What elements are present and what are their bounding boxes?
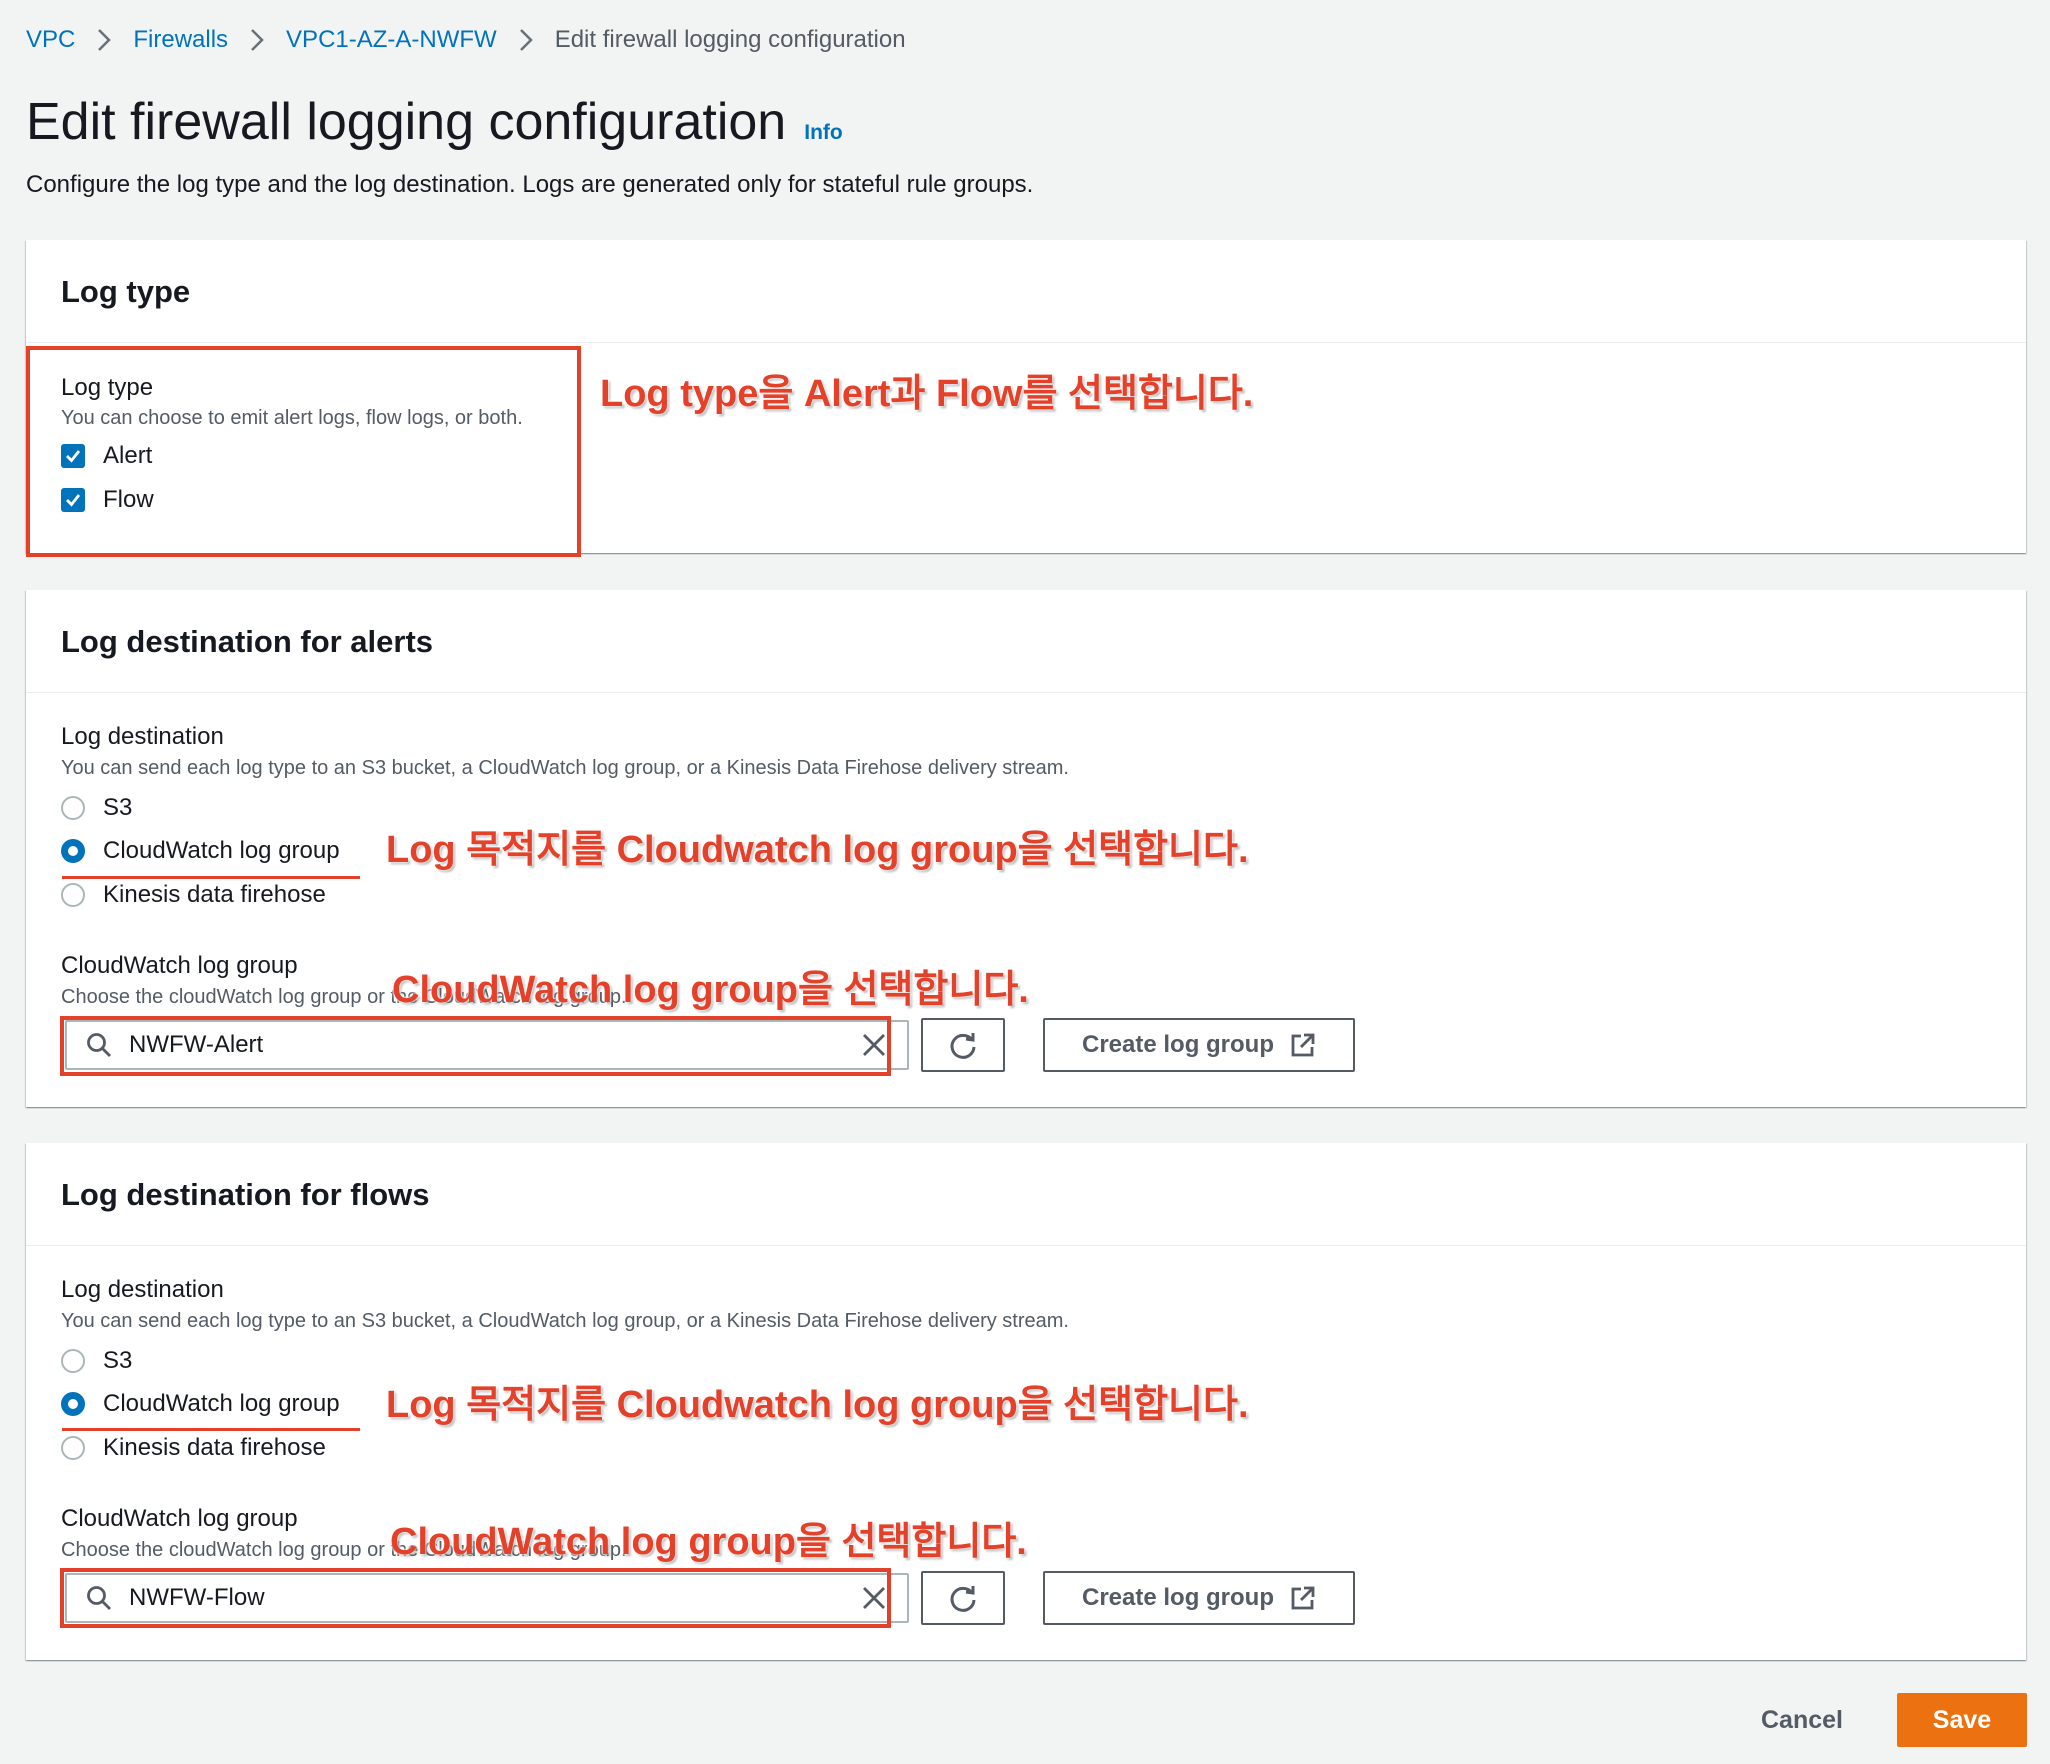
alerts-cloudwatch-label: CloudWatch log group: [103, 837, 340, 864]
flows-kinesis-radio[interactable]: [61, 1436, 85, 1460]
log-type-annotation: Log type을 Alert과 Flow를 선택합니다.: [600, 373, 1254, 415]
flows-create-log-group-button[interactable]: Create log group: [1043, 1571, 1355, 1625]
refresh-icon: [950, 1033, 976, 1059]
alerts-create-log-group-label: Create log group: [1081, 1031, 1274, 1058]
breadcrumb-current: Edit firewall logging configuration: [554, 26, 906, 53]
flows-search-highlight-box: [60, 1568, 891, 1628]
alerts-kinesis-radio[interactable]: [61, 883, 85, 907]
alerts-destination-label: Log destination: [61, 723, 224, 750]
alerts-log-group-annotation: CloudWatch log group을 선택합니다.: [392, 969, 1029, 1011]
alerts-cloudwatch-underline: [62, 876, 360, 879]
flows-refresh-button[interactable]: [921, 1571, 1005, 1625]
log-type-panel-title: Log type: [61, 274, 191, 309]
alerts-create-log-group-button[interactable]: Create log group: [1043, 1018, 1355, 1072]
breadcrumb-vpc-link[interactable]: VPC: [26, 26, 75, 54]
flows-panel-title: Log destination for flows: [61, 1177, 430, 1212]
alerts-panel-title: Log destination for alerts: [61, 624, 434, 659]
alerts-log-group-label: CloudWatch log group: [61, 952, 298, 979]
flows-log-group-annotation: CloudWatch log group을 선택합니다.: [390, 1521, 1027, 1563]
page-description: Configure the log type and the log desti…: [26, 171, 1034, 198]
flows-destination-label: Log destination: [61, 1276, 224, 1303]
info-link[interactable]: Info: [804, 121, 842, 145]
cancel-button[interactable]: Cancel: [1740, 1693, 1864, 1747]
flows-s3-radio[interactable]: [61, 1349, 85, 1373]
breadcrumb-firewalls-link[interactable]: Firewalls: [133, 26, 228, 54]
flows-kinesis-option[interactable]: Kinesis data firehose: [61, 1434, 326, 1462]
breadcrumb-firewall-link[interactable]: VPC1-AZ-A-NWFW: [286, 26, 497, 54]
alerts-s3-radio[interactable]: [61, 796, 85, 820]
flows-cloudwatch-radio[interactable]: [61, 1392, 85, 1416]
flows-s3-label: S3: [103, 1347, 133, 1374]
page-title-text: Edit firewall logging configuration: [26, 93, 787, 151]
external-link-icon: [1291, 1033, 1315, 1057]
alerts-s3-label: S3: [103, 794, 133, 821]
refresh-icon: [950, 1586, 976, 1612]
chevron-right-icon: [519, 28, 533, 52]
alerts-s3-option[interactable]: S3: [61, 794, 132, 822]
alerts-refresh-button[interactable]: [921, 1018, 1005, 1072]
flows-cloudwatch-option[interactable]: CloudWatch log group: [61, 1390, 340, 1418]
flows-destination-description: You can send each log type to an S3 buck…: [61, 1310, 1069, 1332]
alerts-cloudwatch-radio[interactable]: [61, 839, 85, 863]
breadcrumb: VPC Firewalls VPC1-AZ-A-NWFW Edit firewa…: [26, 20, 906, 60]
alerts-destination-description: You can send each log type to an S3 buck…: [61, 757, 1069, 779]
flows-s3-option[interactable]: S3: [61, 1347, 132, 1375]
save-button[interactable]: Save: [1897, 1693, 2027, 1747]
flows-cloudwatch-underline: [62, 1428, 360, 1431]
log-type-highlight-box: [26, 346, 581, 557]
alerts-kinesis-option[interactable]: Kinesis data firehose: [61, 881, 326, 909]
alerts-search-highlight-box: [60, 1016, 891, 1076]
flows-kinesis-label: Kinesis data firehose: [103, 1434, 326, 1461]
flows-log-group-label: CloudWatch log group: [61, 1505, 298, 1532]
page-title: Edit firewall logging configuration Info: [26, 92, 843, 152]
alerts-kinesis-label: Kinesis data firehose: [103, 881, 326, 908]
alerts-destination-annotation: Log 목적지를 Cloudwatch log group을 선택합니다.: [386, 829, 1249, 871]
log-type-panel-header: [26, 240, 2026, 343]
flows-create-log-group-label: Create log group: [1081, 1584, 1274, 1611]
flows-cloudwatch-label: CloudWatch log group: [103, 1390, 340, 1417]
chevron-right-icon: [250, 28, 264, 52]
external-link-icon: [1291, 1586, 1315, 1610]
chevron-right-icon: [97, 28, 112, 52]
alerts-cloudwatch-option[interactable]: CloudWatch log group: [61, 837, 340, 865]
flows-destination-annotation: Log 목적지를 Cloudwatch log group을 선택합니다.: [386, 1384, 1249, 1426]
